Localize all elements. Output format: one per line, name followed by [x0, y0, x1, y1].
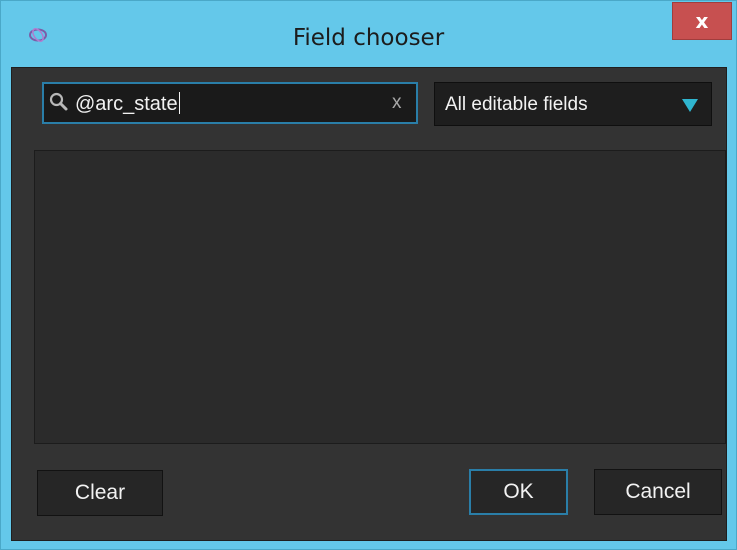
- search-field[interactable]: @arc_state x: [42, 82, 418, 124]
- title-bar[interactable]: Field chooser x: [1, 1, 736, 61]
- window-title: Field chooser: [292, 25, 445, 51]
- search-icon: [49, 92, 69, 112]
- field-list[interactable]: [34, 150, 726, 444]
- clear-search-button[interactable]: x: [392, 92, 402, 114]
- field-filter-dropdown[interactable]: All editable fields: [434, 82, 712, 126]
- clear-button[interactable]: Clear: [37, 470, 163, 516]
- cancel-button[interactable]: Cancel: [594, 469, 722, 515]
- dialog-body: @arc_state x All editable fields Clear O…: [11, 67, 727, 541]
- close-button[interactable]: x: [672, 2, 732, 40]
- chevron-down-icon: [682, 99, 698, 112]
- ok-button[interactable]: OK: [469, 469, 568, 515]
- filter-selected-value: All editable fields: [445, 94, 588, 115]
- field-chooser-dialog: Field chooser x @arc_state x All editabl…: [0, 0, 737, 550]
- search-input[interactable]: @arc_state: [75, 92, 180, 116]
